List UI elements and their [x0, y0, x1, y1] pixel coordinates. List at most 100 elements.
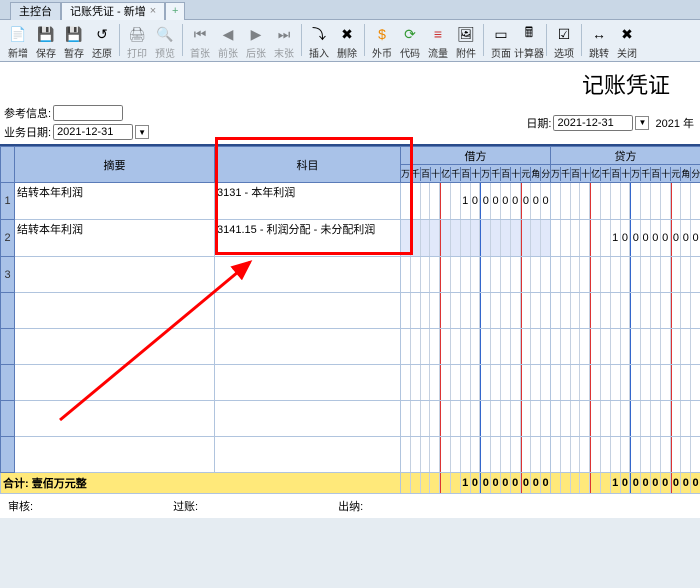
cell-credit[interactable]	[551, 329, 700, 365]
cell-debit[interactable]: 100000000	[401, 183, 551, 220]
cell-subject[interactable]	[215, 329, 401, 365]
toolbar: 📄新增 💾保存 💾暂存 ↺还原 🖨打印 🔍预览 ⏮首张 ◀前张 ▶后张 ⏭末张 …	[0, 20, 700, 62]
cell-debit[interactable]	[401, 365, 551, 401]
cell-subject[interactable]	[215, 365, 401, 401]
info-bar: 参考信息: 业务日期: ▼ 日期: ▼ 2021 年	[0, 103, 700, 144]
preview-button[interactable]: 🔍预览	[151, 22, 179, 60]
table-row[interactable]: 1结转本年利润3131 - 本年利润100000000	[1, 183, 700, 220]
dropdown-icon[interactable]: ▼	[635, 116, 649, 130]
table-row[interactable]	[1, 437, 700, 473]
separator	[483, 24, 484, 56]
print-icon: 🖨	[127, 24, 147, 44]
dropdown-icon[interactable]: ▼	[135, 125, 149, 139]
tab-voucher[interactable]: 记账凭证 - 新增×	[61, 2, 165, 20]
cell-summary[interactable]	[15, 293, 215, 329]
cell-summary[interactable]	[15, 365, 215, 401]
tab-add[interactable]: +	[165, 2, 185, 20]
year-suffix: 2021 年	[655, 115, 694, 131]
cell-debit[interactable]	[401, 257, 551, 293]
cell-summary[interactable]: 结转本年利润	[15, 220, 215, 257]
next-icon: ▶	[246, 24, 266, 44]
row-number	[1, 401, 15, 437]
cell-credit[interactable]	[551, 183, 700, 220]
first-icon: ⏮	[190, 24, 210, 44]
cell-subject[interactable]: 3131 - 本年利润	[215, 183, 401, 220]
cell-debit[interactable]	[401, 220, 551, 257]
row-number	[1, 293, 15, 329]
row-number: 3	[1, 257, 15, 293]
page-button[interactable]: ▭页面	[487, 22, 515, 60]
jump-button[interactable]: ↔跳转	[585, 22, 613, 60]
delete-icon: ✖	[337, 24, 357, 44]
cell-debit[interactable]	[401, 437, 551, 473]
hold-button[interactable]: 💾暂存	[60, 22, 88, 60]
insert-button[interactable]: ⤵插入	[305, 22, 333, 60]
cell-credit[interactable]	[551, 401, 700, 437]
header-debit: 借方	[401, 147, 551, 165]
separator	[182, 24, 183, 56]
cell-summary[interactable]: 结转本年利润	[15, 183, 215, 220]
cell-credit[interactable]	[551, 365, 700, 401]
cell-summary[interactable]	[15, 329, 215, 365]
tab-console[interactable]: 主控台	[10, 2, 61, 20]
close-button[interactable]: ✖关闭	[613, 22, 641, 60]
cell-debit[interactable]	[401, 329, 551, 365]
bizdate-input[interactable]	[53, 124, 133, 140]
cell-credit[interactable]	[551, 257, 700, 293]
table-row[interactable]: 3	[1, 257, 700, 293]
opts-button[interactable]: ☑选项	[550, 22, 578, 60]
close-icon[interactable]: ×	[150, 5, 156, 17]
attach-icon: 🖼	[456, 24, 476, 44]
row-number	[1, 329, 15, 365]
cell-summary[interactable]	[15, 401, 215, 437]
delete-button[interactable]: ✖删除	[333, 22, 361, 60]
row-number: 2	[1, 220, 15, 257]
cell-debit[interactable]	[401, 293, 551, 329]
total-label-cell: 合计: 壹佰万元整	[1, 473, 401, 494]
table-row[interactable]	[1, 293, 700, 329]
page-icon: ▭	[491, 24, 511, 44]
cell-subject[interactable]: 3141.15 - 利润分配 - 未分配利润	[215, 220, 401, 257]
table-row[interactable]	[1, 329, 700, 365]
cell-summary[interactable]	[15, 437, 215, 473]
separator	[301, 24, 302, 56]
header-credit: 贷方	[551, 147, 700, 165]
prev-button[interactable]: ◀前张	[214, 22, 242, 60]
last-button[interactable]: ⏭末张	[270, 22, 298, 60]
table-row[interactable]: 2结转本年利润3141.15 - 利润分配 - 未分配利润 100000000	[1, 220, 700, 257]
attach-button[interactable]: 🖼附件	[452, 22, 480, 60]
cell-subject[interactable]	[215, 437, 401, 473]
cell-subject[interactable]	[215, 257, 401, 293]
table-row[interactable]	[1, 401, 700, 437]
header-subject: 科目	[215, 147, 401, 183]
post-label: 过账:	[173, 498, 198, 514]
date-label: 日期:	[526, 115, 551, 131]
date-input[interactable]	[553, 115, 633, 131]
cell-credit[interactable]	[551, 437, 700, 473]
header-credit-digits: 万千百十亿千百十万千百十元角分	[551, 165, 700, 183]
new-button[interactable]: 📄新增	[4, 22, 32, 60]
first-button[interactable]: ⏮首张	[186, 22, 214, 60]
preview-icon: 🔍	[155, 24, 175, 44]
code-button[interactable]: ⟳代码	[396, 22, 424, 60]
save-button[interactable]: 💾保存	[32, 22, 60, 60]
calc-button[interactable]: 🖩计算器	[515, 22, 543, 60]
audit-label: 审核:	[8, 498, 33, 514]
page-title: 记账凭证	[0, 62, 700, 103]
cell-debit[interactable]	[401, 401, 551, 437]
ref-input[interactable]	[53, 105, 123, 121]
header-debit-digits: 万千百十亿千百十万千百十元角分	[401, 165, 551, 183]
fx-button[interactable]: $外币	[368, 22, 396, 60]
next-button[interactable]: ▶后张	[242, 22, 270, 60]
tab-label: 主控台	[19, 3, 52, 19]
plus-icon: +	[172, 5, 178, 17]
cell-subject[interactable]	[215, 401, 401, 437]
cell-credit[interactable]: 100000000	[551, 220, 700, 257]
restore-button[interactable]: ↺还原	[88, 22, 116, 60]
cell-summary[interactable]	[15, 257, 215, 293]
table-row[interactable]	[1, 365, 700, 401]
cell-subject[interactable]	[215, 293, 401, 329]
print-button[interactable]: 🖨打印	[123, 22, 151, 60]
cell-credit[interactable]	[551, 293, 700, 329]
flow-button[interactable]: ≡流量	[424, 22, 452, 60]
